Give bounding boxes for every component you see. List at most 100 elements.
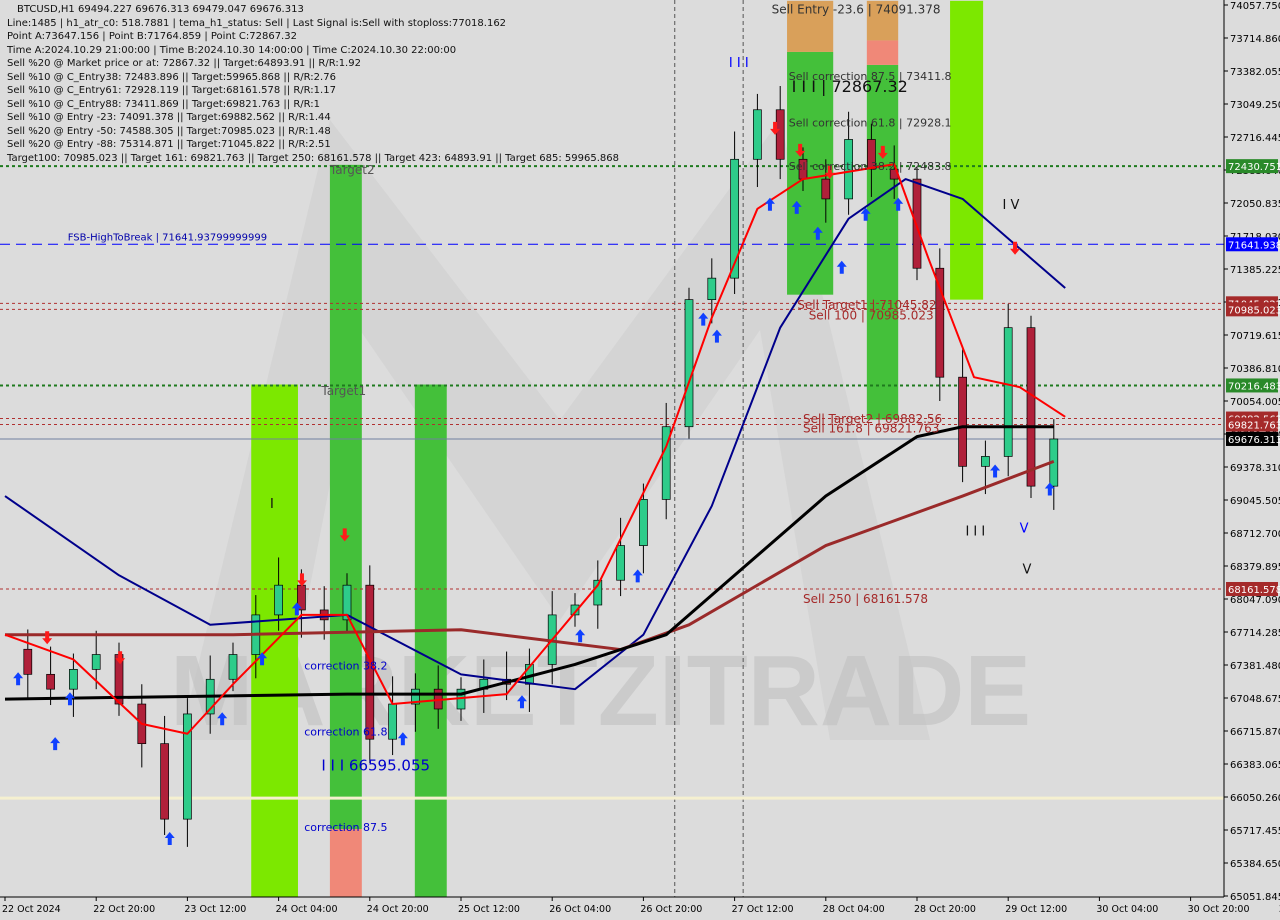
- candle-body: [46, 673, 55, 690]
- y-tick-label: 66383.065: [1230, 760, 1280, 771]
- chart-annotation: Sell Entry -23.6 | 74091.378: [772, 3, 941, 17]
- y-tick-label: 72050.835: [1230, 199, 1280, 210]
- info-line: Sell %10 @ Entry -23: 74091.378 || Targe…: [7, 112, 331, 123]
- y-tick-label: 70386.810: [1230, 364, 1280, 375]
- x-tick-label: 24 Oct 20:00: [367, 904, 429, 915]
- y-tick-label: 66050.260: [1230, 793, 1280, 804]
- signal-zone: [329, 829, 362, 897]
- candle-body: [753, 109, 762, 160]
- y-tick-label: 71385.225: [1230, 265, 1280, 276]
- x-tick-label: 23 Oct 12:00: [184, 904, 246, 915]
- chart-annotation: V: [1022, 562, 1031, 577]
- y-tick-label: 70054.005: [1230, 397, 1280, 408]
- x-tick-label: 25 Oct 12:00: [458, 904, 520, 915]
- candle-body: [981, 456, 990, 467]
- chart-annotation: I I I: [965, 525, 985, 540]
- candle-body: [1003, 327, 1013, 457]
- candle-body: [388, 703, 397, 740]
- chart-annotation: Sell correction 38.2 | 72483.8: [789, 160, 952, 173]
- candle-body: [912, 178, 922, 269]
- chart-annotation: Sell 161.8 | 69821.763: [803, 422, 939, 436]
- chart-annotation: I I I | 72867.32: [792, 77, 908, 96]
- y-tick-label: 73049.250: [1230, 100, 1280, 111]
- watermark-text: MARKETZITRADE: [170, 635, 1031, 747]
- chart-annotation: correction 61.8: [304, 726, 387, 739]
- symbol-line: BTCUSD,H1 69494.227 69676.313 69479.047 …: [17, 4, 304, 15]
- info-line: Sell %10 @ C_Entry38: 72483.896 || Targe…: [7, 71, 336, 83]
- y-tick-label: 69045.505: [1230, 496, 1280, 507]
- info-line: Time A:2024.10.29 21:00:00 | Time B:2024…: [7, 44, 457, 56]
- chart-annotation: I I I 66595.055: [321, 756, 430, 774]
- x-tick-label: 22 Oct 2024: [2, 904, 61, 915]
- x-tick-label: 28 Oct 04:00: [823, 904, 885, 915]
- y-tick-label: 68712.700: [1230, 529, 1280, 540]
- candle-body: [274, 584, 283, 616]
- price-level-badge-label: 72430.751: [1228, 162, 1280, 173]
- chart-annotation: Target2: [329, 163, 375, 177]
- info-line: Target100: 70985.023 || Target 161: 6982…: [7, 152, 619, 164]
- candle-body: [821, 178, 831, 200]
- info-panel: BTCUSD,H1 69494.227 69676.313 69479.047 …: [7, 3, 619, 165]
- y-tick-label: 65051.845: [1230, 892, 1280, 903]
- candle-body: [616, 545, 625, 581]
- candle-body: [639, 499, 648, 546]
- y-tick-label: 72716.445: [1230, 133, 1280, 144]
- price-level-badge-label: 69821.763: [1228, 421, 1280, 432]
- y-tick-label: 74057.750: [1230, 1, 1280, 12]
- candle-body: [91, 654, 101, 670]
- x-tick-label: 27 Oct 12:00: [732, 904, 794, 915]
- chart-annotation: I: [270, 497, 274, 512]
- chart-window: MARKETZITRADE Sell Entry -23.6 | 74091.37…: [0, 0, 1280, 920]
- x-tick-label: 30 Oct 04:00: [1096, 904, 1158, 915]
- x-tick-label: 28 Oct 20:00: [914, 904, 976, 915]
- info-line: Sell %20 @ Entry -88: 75314.871 || Targe…: [7, 139, 331, 150]
- candle-body: [23, 648, 33, 675]
- chart-annotation: correction 87.5: [304, 821, 387, 834]
- chart-annotation: V: [1020, 522, 1029, 537]
- candle-body: [684, 299, 694, 428]
- chart-annotation: I V: [1003, 198, 1020, 213]
- candle-body: [160, 743, 169, 820]
- chart-annotation: Sell 100 | 70985.023: [809, 309, 934, 323]
- x-tick-label: 26 Oct 20:00: [640, 904, 702, 915]
- candle-body: [730, 158, 739, 279]
- x-tick-label: 29 Oct 12:00: [1005, 904, 1067, 915]
- candle-body: [935, 267, 945, 378]
- price-level-badge-label: 71641.938: [1228, 240, 1280, 251]
- candle-body: [228, 654, 238, 680]
- y-tick-label: 65717.455: [1230, 826, 1280, 837]
- y-tick-label: 73714.860: [1230, 34, 1280, 45]
- candle-body: [69, 669, 78, 690]
- candle-body: [958, 376, 967, 467]
- chart-annotation: FSB-HighToBreak | 71641.93799999999: [68, 233, 267, 244]
- info-line: Sell %10 @ C_Entry61: 72928.119 || Targe…: [7, 85, 336, 96]
- y-tick-label: 68047.090: [1230, 595, 1280, 606]
- price-level-badge-label: 70985.023: [1228, 305, 1280, 316]
- y-tick-label: 67048.675: [1230, 694, 1280, 705]
- signal-zone: [950, 0, 984, 300]
- y-tick-label: 68379.895: [1230, 562, 1280, 573]
- y-tick-label: 66715.870: [1230, 727, 1280, 738]
- y-tick-label: 65384.650: [1230, 859, 1280, 870]
- x-tick-label: 30 Oct 20:00: [1188, 904, 1250, 915]
- signal-zone: [414, 384, 447, 897]
- info-line: Sell %10 @ C_Entry88: 73411.869 || Targe…: [7, 98, 321, 110]
- x-tick-label: 22 Oct 20:00: [93, 904, 155, 915]
- chart-annotation: I I I: [729, 56, 749, 71]
- y-tick-label: 67714.285: [1230, 628, 1280, 639]
- info-line: Point A:73647.156 | Point B:71764.859 | …: [7, 31, 297, 42]
- x-tick-label: 26 Oct 04:00: [549, 904, 611, 915]
- x-tick-label: 24 Oct 04:00: [276, 904, 338, 915]
- y-tick-label: 73382.055: [1230, 67, 1280, 78]
- price-level-badge-label: 68161.578: [1228, 585, 1280, 596]
- y-tick-label: 69378.310: [1230, 463, 1280, 474]
- chart-annotation: Sell correction 61.8 | 72928.1: [789, 117, 952, 130]
- candle-body: [707, 277, 717, 300]
- chart-annotation: correction 38.2: [304, 659, 387, 672]
- info-line: Sell %20 @ Entry -50: 74588.305 || Targe…: [7, 125, 331, 137]
- y-tick-label: 67381.480: [1230, 661, 1280, 672]
- y-tick-label: 70719.615: [1230, 331, 1280, 342]
- info-line: Sell %20 @ Market price or at: 72867.32 …: [7, 58, 361, 69]
- chart-annotation: Target1: [320, 384, 366, 398]
- candle-body: [775, 109, 785, 160]
